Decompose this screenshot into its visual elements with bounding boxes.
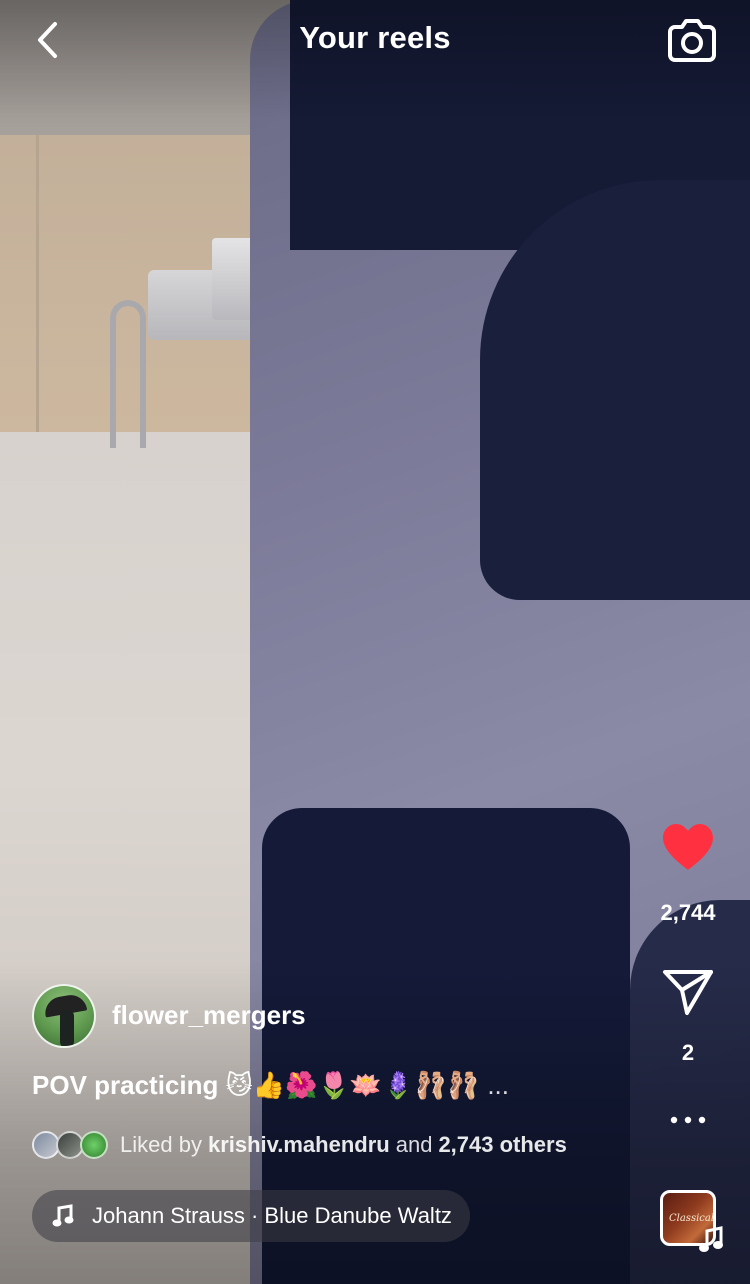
like-count[interactable]: 2,744: [640, 900, 736, 926]
caption-more[interactable]: ...: [487, 1070, 509, 1100]
music-note-icon: [52, 1204, 74, 1227]
camera-button[interactable]: [664, 12, 720, 68]
header: Your reels: [0, 0, 750, 80]
audio-label: Johann Strauss · Blue Danube Waltz: [92, 1203, 452, 1228]
paper-plane-icon: [663, 970, 713, 1015]
liked-by-others[interactable]: 2,743 others: [438, 1132, 566, 1158]
share-count: 2: [681, 1040, 695, 1065]
music-note-icon: [698, 1226, 724, 1259]
more-options-button[interactable]: [648, 1112, 728, 1142]
liked-by-prefix: Liked by: [120, 1132, 202, 1157]
liked-by-and: and: [395, 1132, 433, 1157]
fountain-rail: [110, 300, 146, 448]
heart-filled-icon: [663, 824, 713, 870]
liker-avatars: [32, 1131, 110, 1159]
more-horizontal-icon: [670, 1116, 706, 1124]
camera-icon: [668, 19, 716, 62]
liker-avatar: [80, 1131, 108, 1159]
reel-screen: Your reels 2,744 2 Classical flower_merg…: [0, 0, 750, 1284]
caption[interactable]: POV practicing 😼👍🌺🌷🪷🪻🩰🩰...: [32, 1070, 632, 1101]
audio-cover-text: Classical: [669, 1213, 715, 1224]
page-title: Your reels: [299, 20, 451, 55]
liked-by-username[interactable]: krishiv.mahendru: [208, 1132, 390, 1158]
avatar[interactable]: [32, 984, 96, 1048]
like-button[interactable]: [648, 822, 728, 877]
username[interactable]: flower_mergers: [112, 1000, 306, 1031]
caption-text: POV practicing 😼👍🌺🌷🪷🪻🩰🩰: [32, 1070, 480, 1100]
audio-pill[interactable]: Johann Strauss · Blue Danube Waltz: [32, 1190, 470, 1242]
background-wall-seam: [36, 135, 39, 435]
liked-by-row[interactable]: Liked by krishiv.mahendru and 2,743 othe…: [32, 1130, 573, 1160]
avatar-person: [60, 1010, 74, 1046]
share-button[interactable]: [648, 966, 728, 1021]
